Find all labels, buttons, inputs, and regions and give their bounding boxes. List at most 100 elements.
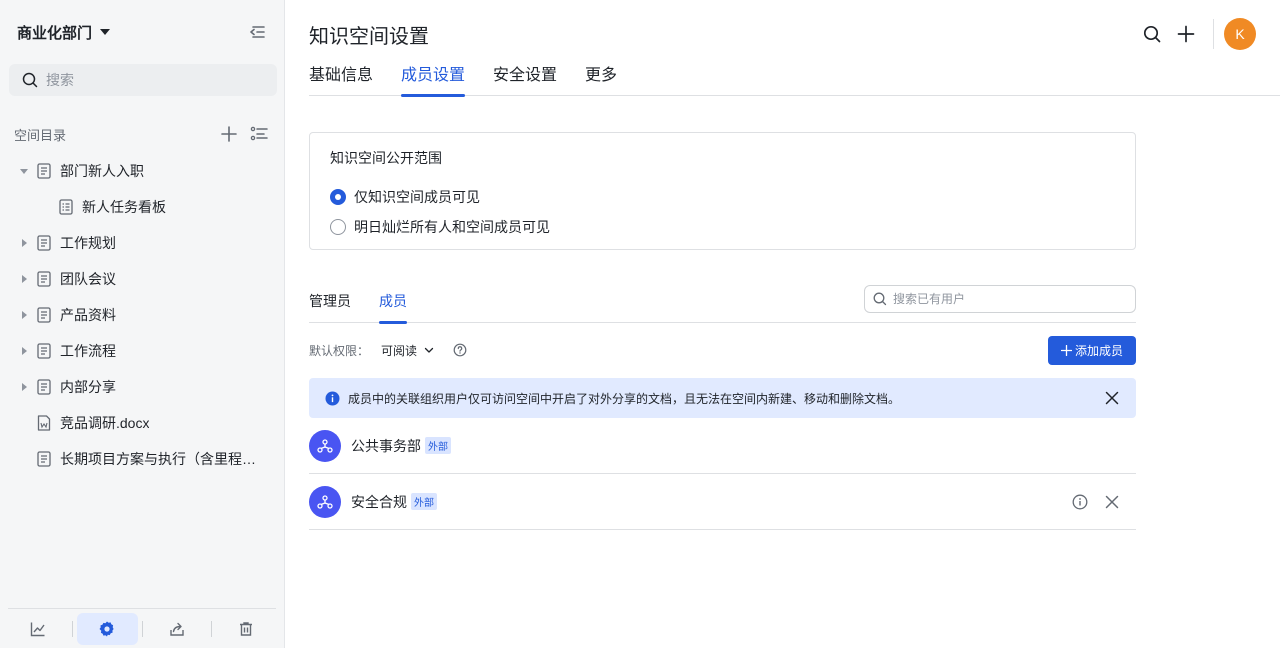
- analytics-button[interactable]: [8, 613, 68, 645]
- settings-button[interactable]: [77, 612, 138, 645]
- scope-option-members[interactable]: 仅知识空间成员可见: [330, 187, 480, 207]
- radio-button[interactable]: [330, 189, 346, 205]
- sidebar: 商业化部门 搜索 空间目录 部门新人入职 新人任务看板 工作规划 团队会议 产品…: [0, 0, 285, 648]
- tree-item[interactable]: 部门新人入职: [0, 153, 284, 189]
- doc-icon: [37, 451, 51, 467]
- doc-icon: [37, 271, 51, 287]
- search-button[interactable]: [1135, 17, 1169, 51]
- create-button[interactable]: [1169, 17, 1203, 51]
- list-sort-icon[interactable]: [250, 125, 268, 143]
- expand-arrow-icon[interactable]: [22, 239, 27, 247]
- workspace-name: 商业化部门: [17, 24, 93, 42]
- info-outline-icon[interactable]: [1072, 494, 1088, 510]
- member-search-field[interactable]: [864, 285, 1136, 313]
- tab-admins[interactable]: 管理员: [309, 291, 351, 323]
- external-badge: 外部: [425, 437, 451, 454]
- visibility-scope-card: 知识空间公开范围 仅知识空间成员可见 明日灿烂所有人和空间成员可见: [309, 132, 1136, 250]
- tab-security-settings[interactable]: 安全设置: [493, 58, 557, 96]
- expand-arrow-icon[interactable]: [22, 311, 27, 319]
- search-icon: [1143, 25, 1161, 43]
- search-placeholder: 搜索: [46, 72, 74, 88]
- doc-icon: [37, 235, 51, 251]
- member-name: 安全合规: [351, 493, 407, 510]
- divider: [141, 620, 143, 637]
- info-icon: [325, 391, 340, 405]
- member-row[interactable]: 安全合规 外部: [309, 474, 1136, 530]
- tree-item[interactable]: 长期项目方案与执行（含里程碑）: [0, 441, 284, 477]
- member-actions: [1072, 494, 1120, 510]
- add-member-label: 添加成员: [1074, 344, 1123, 358]
- tree-item[interactable]: 产品资料: [0, 297, 284, 333]
- collapse-sidebar-icon[interactable]: [248, 22, 268, 42]
- help-icon[interactable]: [453, 343, 467, 357]
- tree-item-label: 产品资料: [60, 307, 116, 323]
- tree-item[interactable]: 内部分享: [0, 369, 284, 405]
- trash-icon: [239, 621, 252, 636]
- radio-button[interactable]: [330, 219, 346, 235]
- tree-item-label: 长期项目方案与执行（含里程碑）: [60, 451, 256, 467]
- doc-icon: [37, 163, 51, 179]
- tree-item[interactable]: 竞品调研.docx: [0, 405, 284, 441]
- member-row[interactable]: 公共事务部 外部: [309, 418, 1136, 474]
- scope-title: 知识空间公开范围: [330, 150, 442, 166]
- expand-arrow-icon[interactable]: [22, 383, 27, 391]
- tab-members[interactable]: 成员: [379, 291, 407, 324]
- tab-member-settings[interactable]: 成员设置: [401, 58, 466, 97]
- tree-item[interactable]: 工作流程: [0, 333, 284, 369]
- settings-icon: [99, 621, 114, 636]
- tree-item-label: 竞品调研.docx: [60, 415, 150, 431]
- tree-item[interactable]: 新人任务看板: [0, 189, 284, 225]
- trash-button[interactable]: [216, 613, 276, 645]
- top-actions: K: [1135, 17, 1256, 51]
- directory-header: 空间目录: [14, 124, 268, 144]
- plus-icon: [1177, 25, 1195, 43]
- doc-icon: [37, 307, 51, 323]
- share-icon: [169, 622, 184, 636]
- expand-arrow-icon[interactable]: [20, 168, 28, 174]
- add-icon[interactable]: [220, 125, 238, 143]
- search-icon: [873, 292, 887, 306]
- member-name: 公共事务部: [351, 437, 421, 454]
- settings-tabs: 基础信息 成员设置 安全设置 更多: [309, 58, 1280, 97]
- tab-more[interactable]: 更多: [585, 58, 617, 96]
- default-permission-row: 默认权限： 可阅读: [309, 340, 467, 360]
- remove-member-icon[interactable]: [1104, 494, 1120, 510]
- tree-item-label: 新人任务看板: [82, 199, 166, 215]
- radio-label: 仅知识空间成员可见: [354, 189, 480, 205]
- permission-value: 可阅读: [381, 343, 418, 358]
- sidebar-bottom-bar: [8, 608, 276, 648]
- tree-item-label: 团队会议: [60, 271, 116, 287]
- member-search-input[interactable]: [893, 292, 1113, 306]
- expand-arrow-icon[interactable]: [22, 347, 27, 355]
- add-member-button[interactable]: 添加成员: [1048, 336, 1136, 365]
- scope-option-everyone[interactable]: 明日灿烂所有人和空间成员可见: [330, 217, 550, 237]
- divider: [72, 620, 74, 637]
- org-avatar: [309, 485, 341, 518]
- caret-down-icon: [100, 29, 111, 35]
- expand-arrow-icon[interactable]: [22, 275, 27, 283]
- divider: [210, 620, 212, 637]
- tree-item-label: 部门新人入职: [60, 163, 144, 179]
- permission-label: 默认权限：: [309, 343, 370, 358]
- tree-item-label: 内部分享: [60, 379, 116, 395]
- user-avatar[interactable]: K: [1224, 18, 1256, 50]
- org-avatar: [309, 429, 341, 462]
- tab-basic-info[interactable]: 基础信息: [309, 58, 373, 96]
- page-title: 知识空间设置: [309, 26, 429, 48]
- word-icon: [37, 415, 51, 431]
- share-button[interactable]: [146, 613, 206, 645]
- tree-item[interactable]: 工作规划: [0, 225, 284, 261]
- search-icon: [22, 72, 38, 88]
- sidebar-search-input[interactable]: 搜索: [9, 64, 277, 96]
- external-badge: 外部: [411, 493, 437, 510]
- permission-dropdown[interactable]: 可阅读: [381, 342, 435, 359]
- chart-icon: [30, 622, 45, 636]
- workspace-switcher[interactable]: 商业化部门: [17, 20, 268, 44]
- org-icon: [317, 494, 333, 509]
- tree-item[interactable]: 团队会议: [0, 261, 284, 297]
- main-content: 知识空间设置 K 基础信息 成员设置 安全设置 更多 知识空间公开范围 仅知识空…: [285, 0, 1280, 648]
- close-icon[interactable]: [1104, 390, 1120, 406]
- directory-label: 空间目录: [14, 127, 67, 143]
- doc-icon: [37, 343, 51, 359]
- doc-icon: [37, 379, 51, 395]
